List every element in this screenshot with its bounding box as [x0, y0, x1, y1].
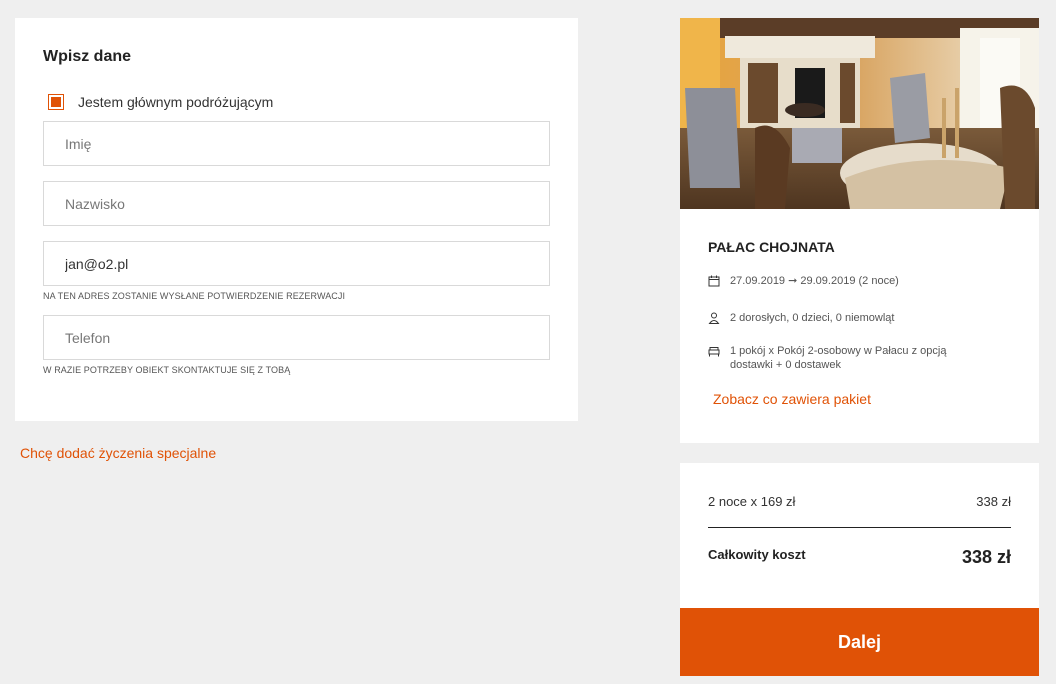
hotel-photo [680, 18, 1039, 209]
room-summary-line2: dostawki + 0 dostawek [730, 359, 841, 371]
person-icon [708, 312, 720, 324]
first-name-input[interactable] [44, 122, 549, 165]
first-name-field[interactable] [43, 121, 550, 166]
special-requests-link[interactable]: Chcę dodać życzenia specjalne [20, 445, 216, 461]
nights-price-value: 338 zł [976, 494, 1011, 509]
phone-input[interactable] [44, 316, 549, 359]
email-field[interactable] [43, 241, 550, 286]
total-cost-label: Całkowity koszt [708, 547, 806, 562]
stay-dates-row: 27.09.2019 ➞ 29.09.2019 (2 noce) [708, 274, 899, 288]
total-cost-value: 338 zł [961, 547, 1011, 567]
stay-dates: 27.09.2019 ➞ 29.09.2019 (2 noce) [730, 275, 899, 287]
hotel-name: PAŁAC CHOJNATA [708, 239, 835, 255]
room-row: 1 pokój x Pokój 2-osobowy w Pałacu z opc… [708, 344, 946, 372]
last-name-field[interactable] [43, 181, 550, 226]
price-summary-card: 2 noce x 169 zł 338 zł Całkowity koszt 3… [680, 463, 1039, 608]
form-title: Wpisz dane [43, 48, 132, 65]
package-details-link[interactable]: Zobacz co zawiera pakiet [713, 391, 871, 407]
guests-summary: 2 dorosłych, 0 dzieci, 0 niemowląt [730, 312, 895, 324]
calendar-icon [708, 275, 720, 287]
main-traveler-checkbox[interactable] [48, 94, 64, 110]
guest-details-form: Wpisz dane Jestem głównym podróżującym N… [15, 18, 578, 421]
phone-field[interactable] [43, 315, 550, 360]
hotel-summary-card: PAŁAC CHOJNATA 27.09.2019 ➞ 29.09.2019 (… [680, 18, 1039, 443]
phone-hint: W RAZIE POTRZEBY OBIEKT SKONTAKTUJE SIĘ … [43, 365, 291, 375]
last-name-input[interactable] [44, 182, 549, 225]
room-summary: 1 pokój x Pokój 2-osobowy w Pałacu z opc… [730, 344, 946, 372]
guests-row: 2 dorosłych, 0 dzieci, 0 niemowląt [708, 311, 894, 325]
nights-price-label: 2 noce x 169 zł [708, 494, 796, 509]
main-traveler-label[interactable]: Jestem głównym podróżującym [78, 94, 273, 110]
main-traveler-row[interactable]: Jestem głównym podróżującym [48, 93, 273, 111]
hotel-interior-image [680, 18, 1039, 209]
email-hint: NA TEN ADRES ZOSTANIE WYSŁANE POTWIERDZE… [43, 291, 346, 301]
price-divider [708, 527, 1011, 528]
checkbox-check-icon [51, 97, 61, 107]
next-button[interactable]: Dalej [680, 608, 1039, 676]
bed-icon [708, 347, 720, 357]
room-summary-line1: 1 pokój x Pokój 2-osobowy w Pałacu z opc… [730, 345, 947, 357]
email-input[interactable] [44, 242, 549, 285]
